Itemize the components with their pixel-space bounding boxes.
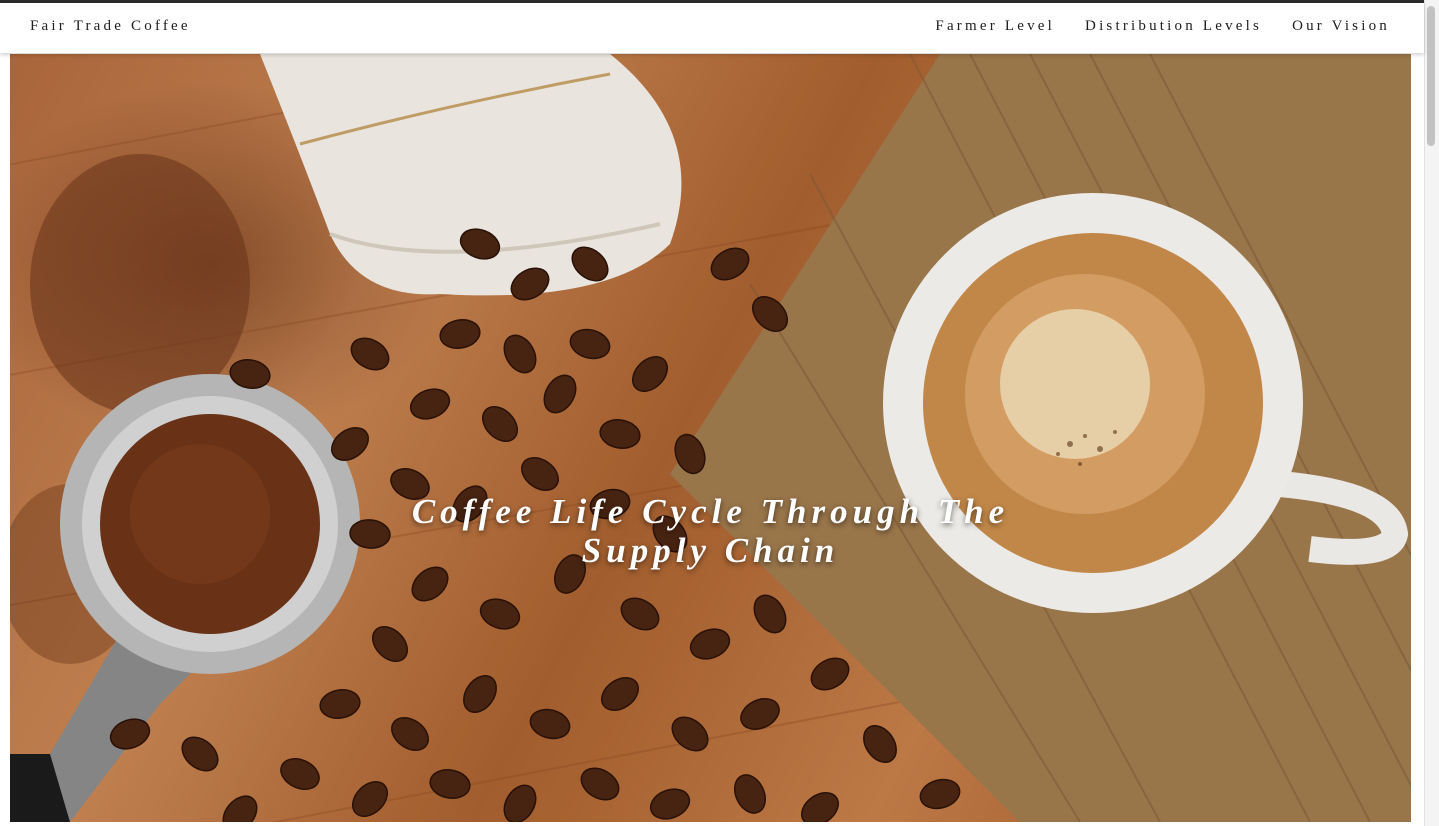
page-bottom-edge <box>0 822 1424 826</box>
nav-link-farmer-level[interactable]: Farmer Level <box>935 18 1055 35</box>
hero-title-line-1: Coffee Life Cycle Through The <box>411 492 1010 531</box>
nav-link-our-vision[interactable]: Our Vision <box>1292 18 1390 35</box>
hero-title-line-2: Supply Chain <box>581 531 840 570</box>
top-navbar: Fair Trade Coffee Farmer Level Distribut… <box>0 3 1424 53</box>
hero-title: Coffee Life Cycle Through The Supply Cha… <box>10 492 1411 570</box>
nav-links: Farmer Level Distribution Levels Our Vis… <box>935 18 1390 35</box>
hero-banner: Coffee Life Cycle Through The Supply Cha… <box>10 54 1411 822</box>
brand-link[interactable]: Fair Trade Coffee <box>30 18 191 35</box>
scrollbar-thumb[interactable] <box>1427 6 1435 146</box>
nav-link-distribution-levels[interactable]: Distribution Levels <box>1085 18 1262 35</box>
hero-image <box>10 54 1411 822</box>
